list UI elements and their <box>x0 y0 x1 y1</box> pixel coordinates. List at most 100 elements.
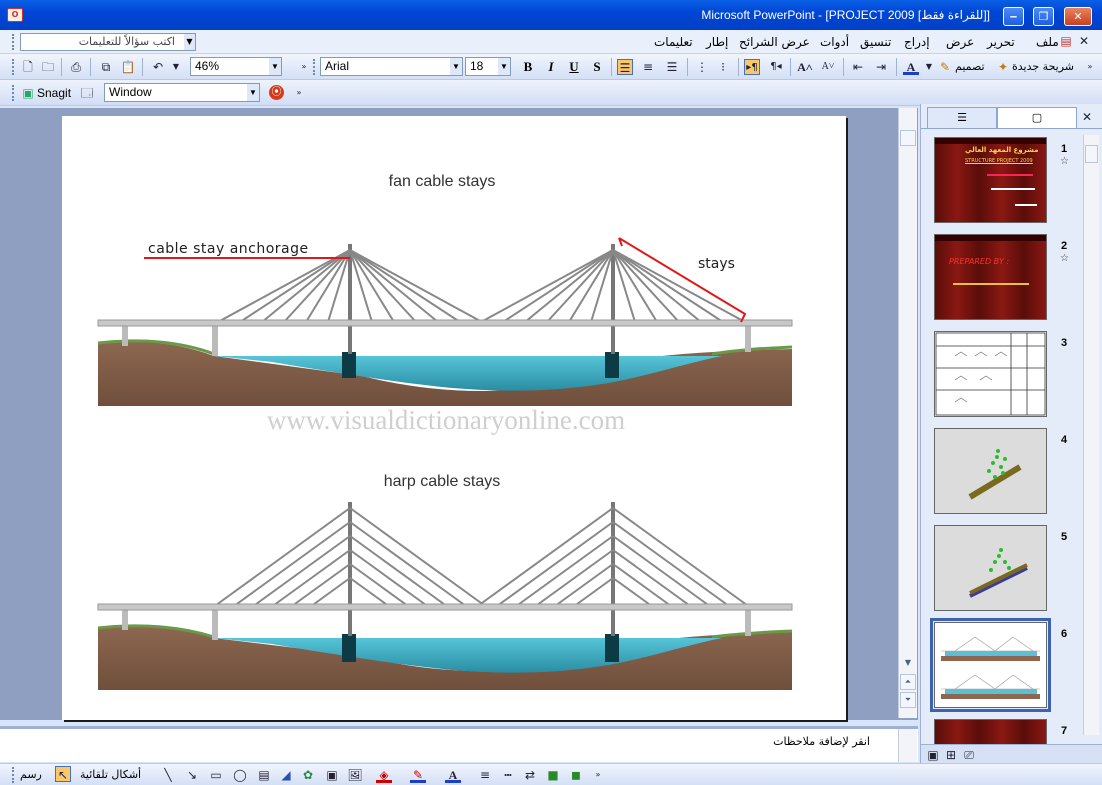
slide-thumbnail-4[interactable] <box>934 428 1047 514</box>
help-question-box[interactable]: اكتب سؤالاً للتعليمات ▼ <box>20 33 196 51</box>
menu-format[interactable]: تنسيق <box>860 35 891 49</box>
font-color-icon[interactable]: A <box>903 59 919 75</box>
minimize-button[interactable]: ‒ <box>1003 7 1024 26</box>
toolbar-options-icon[interactable]: » <box>590 767 606 783</box>
vertical-scrollbar[interactable]: ▼ ⏶ ⏷ <box>898 108 917 718</box>
new-slide-icon[interactable]: ✦ <box>995 59 1011 75</box>
line-color-icon[interactable]: ✎ <box>410 767 426 783</box>
toolbar-options-icon[interactable]: » <box>291 85 307 101</box>
fill-color-icon[interactable]: ◈ <box>376 767 392 783</box>
notes-scrollbar[interactable] <box>898 729 917 762</box>
zoom-select[interactable]: 46% ▼ <box>190 57 282 76</box>
numbering-icon[interactable]: ⋮ <box>694 59 710 75</box>
rtl-direction-icon[interactable]: ¶◂ <box>768 59 784 75</box>
chevron-down-icon[interactable]: ▼ <box>498 58 510 75</box>
rectangle-icon[interactable]: ▭ <box>208 767 224 783</box>
chevron-down-icon[interactable]: ▼ <box>247 84 259 101</box>
bullets-icon[interactable]: ⁝ <box>715 59 731 75</box>
animation-star-icon[interactable]: ☆ <box>1060 253 1069 264</box>
draw-menu[interactable]: رسم <box>20 768 42 781</box>
slide-thumbnail-1[interactable]: مشروع المعهد العالي STRUCTURE PROJECT 20… <box>934 137 1047 223</box>
capture-mode-select[interactable]: Window ▼ <box>104 83 260 102</box>
chevron-down-icon[interactable]: ▼ <box>184 34 195 50</box>
wordart-icon[interactable]: ◢ <box>278 767 294 783</box>
font-size-select[interactable]: 18 ▼ <box>465 57 511 76</box>
font-name-select[interactable]: Arial ▼ <box>320 57 463 76</box>
restore-button[interactable]: ❐ <box>1033 7 1054 26</box>
close-panel-icon[interactable]: ✕ <box>1079 109 1095 125</box>
line-icon[interactable]: ╲ <box>160 767 176 783</box>
chevron-down-icon[interactable]: ▼ <box>168 59 184 75</box>
dash-style-icon[interactable]: ┅ <box>500 767 516 783</box>
font-color-icon[interactable]: A <box>445 767 461 783</box>
increase-font-icon[interactable]: A˄ <box>797 59 813 75</box>
menu-slideshow[interactable]: عرض الشرائح <box>739 35 810 49</box>
slide-canvas[interactable]: fan cable stays cable stay anchorage sta… <box>62 116 846 720</box>
toolbar-grip[interactable] <box>12 85 16 101</box>
undo-icon[interactable]: ↶ <box>150 59 166 75</box>
chevron-down-icon[interactable]: ▼ <box>450 58 462 75</box>
slide-thumbnail-7[interactable] <box>934 719 1047 744</box>
toolbar-grip[interactable] <box>313 59 317 75</box>
shadow-style-icon[interactable]: ■ <box>545 767 561 783</box>
outline-tab[interactable]: ☰ <box>927 107 997 128</box>
increase-indent-icon[interactable]: ⇥ <box>873 59 889 75</box>
toolbar-grip[interactable] <box>12 34 16 50</box>
new-slide-button[interactable]: شريحة جديدة <box>1012 60 1074 73</box>
arrow-style-icon[interactable]: ⇄ <box>522 767 538 783</box>
oval-icon[interactable]: ◯ <box>232 767 248 783</box>
textbox-icon[interactable]: ▤ <box>256 767 272 783</box>
normal-view-icon[interactable]: ▣ <box>925 747 941 763</box>
chevron-down-icon[interactable]: ▼ <box>269 58 281 75</box>
powerpoint-app-icon[interactable]: O <box>7 8 23 22</box>
menu-file[interactable]: ملف <box>1036 35 1059 49</box>
align-right-icon[interactable]: ☰ <box>664 59 680 75</box>
menu-view[interactable]: عرض <box>946 35 974 49</box>
thumbnail-scrollbar[interactable] <box>1083 135 1099 735</box>
chevron-down-icon[interactable]: ▼ <box>921 59 937 75</box>
select-pointer-icon[interactable]: ↖ <box>55 766 71 782</box>
slideshow-view-icon[interactable]: ⎚ <box>961 747 977 763</box>
snagit-button[interactable]: Snagit <box>37 86 71 100</box>
capture-settings-icon[interactable]: 🗔 <box>79 85 95 101</box>
close-button[interactable]: ✕ <box>1064 7 1092 26</box>
previous-slide-button[interactable]: ⏶ <box>900 674 916 690</box>
menu-edit[interactable]: تحرير <box>987 35 1015 49</box>
next-slide-button[interactable]: ⏷ <box>900 692 916 708</box>
menu-help[interactable]: تعليمات <box>654 35 693 49</box>
toolbar-options-icon[interactable]: » <box>296 59 312 75</box>
ltr-direction-icon[interactable]: ▸¶ <box>744 59 760 75</box>
slide-thumbnail-5[interactable] <box>934 525 1047 611</box>
menu-window[interactable]: إطار <box>706 35 728 49</box>
new-document-icon[interactable]: 🗋 <box>20 59 36 75</box>
print-icon[interactable]: ⎙ <box>68 59 84 75</box>
3d-style-icon[interactable]: ◼ <box>568 767 584 783</box>
decrease-indent-icon[interactable]: ⇤ <box>850 59 866 75</box>
copy-icon[interactable]: ⧉ <box>98 59 114 75</box>
menu-tools[interactable]: أدوات <box>820 35 849 49</box>
bold-button[interactable]: B <box>519 58 537 76</box>
scroll-thumb[interactable] <box>900 130 916 146</box>
underline-button[interactable]: U <box>565 58 583 76</box>
capture-icon[interactable]: ⦿ <box>269 85 284 100</box>
toolbar-grip[interactable] <box>12 59 16 75</box>
slides-tab[interactable]: ▢ <box>997 107 1077 128</box>
insert-picture-icon[interactable]: 🖼 <box>347 767 363 783</box>
paste-icon[interactable]: 📋 <box>120 59 136 75</box>
italic-button[interactable]: I <box>542 58 560 76</box>
align-center-icon[interactable]: ≡ <box>640 59 656 75</box>
diagram-icon[interactable]: ✿ <box>300 767 316 783</box>
decrease-font-icon[interactable]: A˅ <box>820 59 836 75</box>
design-icon[interactable]: ✎ <box>937 59 953 75</box>
menu-insert[interactable]: إدراج <box>904 35 930 49</box>
close-document-icon[interactable]: ✕ <box>1076 33 1092 49</box>
shadow-button[interactable]: S <box>588 58 606 76</box>
clipart-icon[interactable]: ▣ <box>324 767 340 783</box>
scroll-down-arrow[interactable]: ▼ <box>900 656 916 672</box>
notes-pane[interactable]: انقر لإضافة ملاحظات <box>0 726 918 762</box>
slide-thumbnail-6[interactable] <box>934 622 1047 708</box>
autoshapes-menu[interactable]: أشكال تلقائية <box>80 768 141 781</box>
animation-star-icon[interactable]: ☆ <box>1060 156 1069 167</box>
line-style-icon[interactable]: ≡ <box>477 767 493 783</box>
arrow-icon[interactable]: ↘ <box>184 767 200 783</box>
